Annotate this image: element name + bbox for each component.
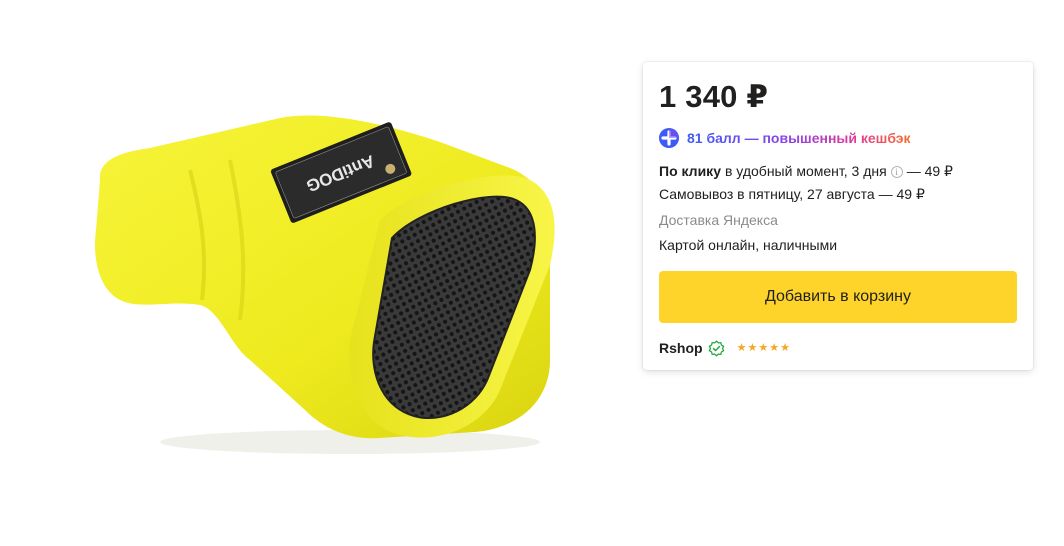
offer-card: 1 340 ₽ 81 балл — повышенный кешбэк По к… [643, 62, 1033, 370]
price: 1 340 ₽ [659, 79, 769, 114]
cashback-row[interactable]: 81 балл — повышенный кешбэк [659, 127, 1017, 149]
shop-name-link[interactable]: Rshop [659, 340, 703, 356]
star-icon: ★ [780, 341, 790, 354]
delivery-click-price: — 49 ₽ [906, 163, 953, 179]
add-to-cart-button[interactable]: Добавить в корзину [659, 271, 1017, 323]
delivery-click-text: в удобный момент, 3 дня [724, 163, 887, 179]
shop-row: Rshop ★ ★ ★ ★ ★ [659, 338, 1017, 358]
payment-row: Картой онлайн, наличными [659, 237, 838, 253]
product-photo: AntiDOG [95, 115, 555, 454]
star-icon: ★ [747, 341, 758, 354]
shop-rating[interactable]: ★ ★ ★ ★ ★ [737, 342, 790, 354]
verified-shop-icon[interactable] [708, 339, 725, 357]
pickup-row: Самовывоз в пятницу, 27 августа — 49 ₽ [659, 186, 925, 202]
product-image[interactable]: AntiDOG [80, 60, 560, 470]
info-icon[interactable]: i [890, 165, 903, 178]
star-icon: ★ [758, 341, 769, 354]
carrier-row: Доставка Яндекса [659, 212, 778, 228]
product-page: AntiDOG 1 340 ₽ 81 балл — повышенный кеш… [0, 0, 1064, 546]
cashback-text: 81 балл — повышенный кешбэк [687, 130, 911, 146]
star-icon: ★ [736, 341, 747, 354]
plus-cashback-icon [659, 128, 679, 148]
delivery-click-label: По клику [659, 163, 721, 179]
star-icon: ★ [769, 341, 780, 354]
delivery-info: По клику в удобный момент, 3 дня i — 49 … [659, 160, 1017, 257]
delivery-click-row: По клику в удобный момент, 3 дня i — 49 … [659, 160, 1017, 183]
